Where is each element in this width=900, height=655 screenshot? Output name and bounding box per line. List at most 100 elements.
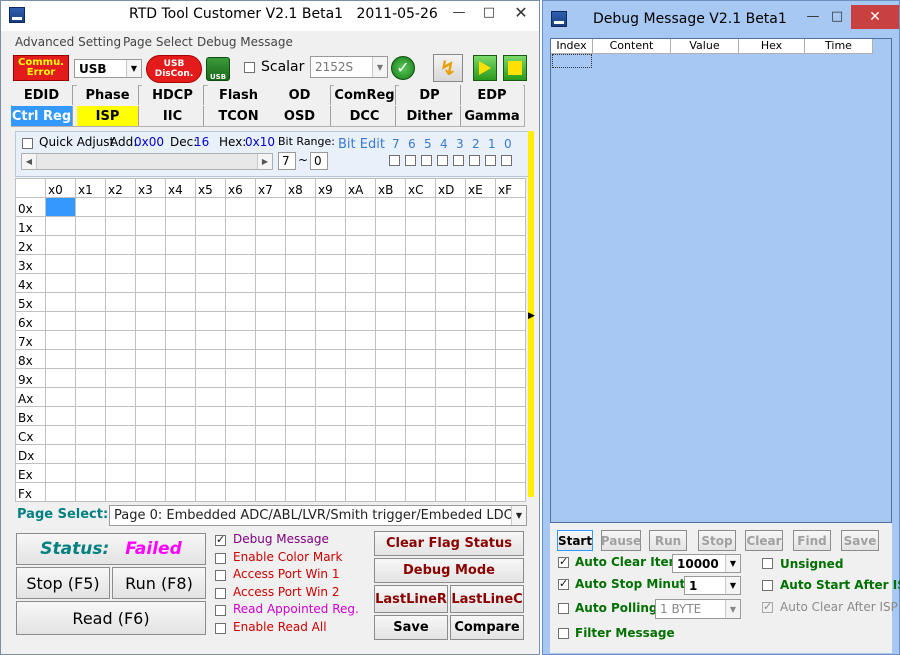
grid-cell[interactable] <box>45 311 76 331</box>
grid-cell[interactable] <box>105 482 136 502</box>
grid-cell[interactable] <box>495 330 526 350</box>
grid-cell[interactable] <box>105 463 136 483</box>
grid-cell[interactable] <box>495 444 526 464</box>
tab-phase[interactable]: Phase <box>77 85 139 105</box>
grid-cell[interactable] <box>135 482 166 502</box>
grid-cell[interactable] <box>105 425 136 445</box>
grid-cell[interactable] <box>165 197 196 217</box>
grid-cell[interactable] <box>435 444 466 464</box>
grid-cell[interactable] <box>465 273 496 293</box>
save-button[interactable]: Save <box>374 615 448 640</box>
grid-cell[interactable] <box>465 330 496 350</box>
bit-checkbox[interactable] <box>437 155 448 166</box>
grid-cell[interactable] <box>105 254 136 274</box>
grid-cell[interactable] <box>495 463 526 483</box>
grid-cell[interactable] <box>255 406 286 426</box>
grid-cell[interactable] <box>285 368 316 388</box>
grid-cell[interactable] <box>195 463 226 483</box>
grid-cell[interactable] <box>315 311 346 331</box>
grid-cell[interactable] <box>45 254 76 274</box>
grid-cell[interactable] <box>375 254 406 274</box>
option-checkbox[interactable] <box>215 587 226 599</box>
grid-cell[interactable] <box>195 425 226 445</box>
grid-cell[interactable] <box>135 425 166 445</box>
debug-list[interactable] <box>550 38 892 523</box>
grid-cell[interactable] <box>45 406 76 426</box>
close-icon[interactable]: ✕ <box>507 3 535 23</box>
debug-start-button[interactable]: Start <box>557 530 593 551</box>
grid-cell[interactable] <box>345 444 376 464</box>
grid-cell[interactable] <box>345 482 376 502</box>
bit-checkbox[interactable] <box>453 155 464 166</box>
tab-edp[interactable]: EDP <box>461 85 523 105</box>
auto-clear-items-checkbox[interactable] <box>558 555 569 568</box>
maximize-icon[interactable]: □ <box>823 7 851 27</box>
scalar-select[interactable]: 2152S ▼ <box>310 56 388 78</box>
grid-cell[interactable] <box>375 235 406 255</box>
grid-cell[interactable] <box>195 330 226 350</box>
grid-cell[interactable] <box>375 292 406 312</box>
grid-cell[interactable] <box>195 197 226 217</box>
grid-cell[interactable] <box>285 273 316 293</box>
tab-osd[interactable]: OSD <box>269 106 331 126</box>
grid-cell[interactable] <box>75 330 106 350</box>
grid-cell[interactable] <box>45 273 76 293</box>
grid-cell[interactable] <box>495 482 526 502</box>
auto-stop-minutes-checkbox[interactable] <box>558 577 569 590</box>
grid-cell[interactable] <box>225 216 256 236</box>
grid-cell[interactable] <box>375 425 406 445</box>
grid-cell[interactable] <box>45 425 76 445</box>
grid-cell[interactable] <box>375 444 406 464</box>
grid-cell[interactable] <box>375 330 406 350</box>
grid-cell[interactable] <box>105 197 136 217</box>
bit-checkbox[interactable] <box>485 155 496 166</box>
grid-cell[interactable] <box>345 349 376 369</box>
scalar-checkbox[interactable] <box>244 62 255 73</box>
debug-run-button[interactable]: Run <box>649 530 687 551</box>
grid-cell[interactable] <box>405 406 436 426</box>
grid-cell[interactable] <box>435 197 466 217</box>
grid-cell[interactable] <box>285 444 316 464</box>
grid-cell[interactable] <box>165 292 196 312</box>
quick-adjust-scrollbar[interactable]: ◀ ▶ <box>21 153 273 170</box>
grid-cell[interactable] <box>225 482 256 502</box>
option-checkbox[interactable] <box>215 533 226 546</box>
scroll-left-icon[interactable]: ◀ <box>22 154 37 169</box>
grid-cell[interactable] <box>315 273 346 293</box>
grid-cell[interactable] <box>75 463 106 483</box>
grid-cell[interactable] <box>105 444 136 464</box>
grid-cell[interactable] <box>495 349 526 369</box>
grid-cell[interactable] <box>405 311 436 331</box>
tab-ctrl-reg[interactable]: Ctrl Reg <box>11 106 73 126</box>
grid-cell[interactable] <box>405 482 436 502</box>
grid-cell[interactable] <box>435 216 466 236</box>
grid-cell[interactable] <box>75 235 106 255</box>
grid-cell[interactable] <box>345 387 376 407</box>
grid-cell[interactable] <box>195 235 226 255</box>
grid-cell[interactable] <box>435 349 466 369</box>
grid-cell[interactable] <box>75 425 106 445</box>
grid-cell[interactable] <box>375 406 406 426</box>
grid-cell[interactable] <box>75 254 106 274</box>
tab-iic[interactable]: IIC <box>142 106 204 126</box>
bit-to-input[interactable]: 0 <box>310 152 328 170</box>
grid-cell[interactable] <box>285 254 316 274</box>
grid-cell[interactable] <box>165 254 196 274</box>
grid-cell[interactable] <box>285 330 316 350</box>
grid-cell[interactable] <box>255 387 286 407</box>
grid-cell[interactable] <box>315 349 346 369</box>
grid-cell[interactable] <box>495 387 526 407</box>
option-checkbox[interactable] <box>215 622 226 634</box>
option-checkbox[interactable] <box>215 605 226 616</box>
grid-cell[interactable] <box>225 368 256 388</box>
grid-cell[interactable] <box>315 292 346 312</box>
grid-cell[interactable] <box>465 482 496 502</box>
grid-cell[interactable] <box>315 406 346 426</box>
grid-cell[interactable] <box>195 444 226 464</box>
grid-cell[interactable] <box>225 311 256 331</box>
maximize-icon[interactable]: □ <box>475 3 503 23</box>
grid-cell[interactable] <box>195 368 226 388</box>
grid-cell[interactable] <box>225 235 256 255</box>
grid-cell[interactable] <box>105 216 136 236</box>
grid-cell[interactable] <box>165 387 196 407</box>
